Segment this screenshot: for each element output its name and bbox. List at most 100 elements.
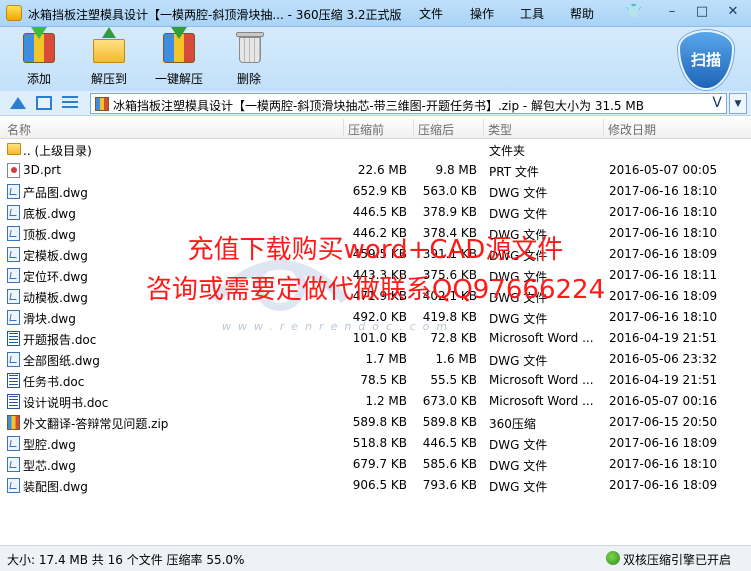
- dwg-file-icon: [7, 457, 20, 472]
- file-row[interactable]: 设计说明书.doc 1.2 MB 673.0 KB Microsoft Word ..…: [0, 391, 751, 412]
- file-modified-date: 2017-06-16 18:10: [609, 457, 718, 471]
- doc-file-icon: [7, 331, 20, 346]
- file-modified-date: 2016-04-19 21:51: [609, 331, 718, 345]
- file-row[interactable]: 外文翻译-答辩常见问题.zip 589.8 KB 589.8 KB 360压缩 2017…: [0, 412, 751, 433]
- file-name: .. (上级目录): [23, 144, 92, 158]
- file-type: 文件夹: [489, 144, 526, 158]
- menu-tools[interactable]: 工具: [520, 5, 544, 22]
- file-list: .. (上级目录) 文件夹 3D.prt 22.6 MB 9.8 MB PRT 文件 201…: [0, 139, 751, 496]
- file-row[interactable]: 底板.dwg 446.5 KB 378.9 KB DWG 文件 2017-06-16 1…: [0, 202, 751, 223]
- delete-trash-icon: [231, 29, 267, 65]
- delete-button[interactable]: 删除: [214, 29, 284, 89]
- path-field[interactable]: 冰箱挡板注塑模具设计【一模两腔-斜顶滑块抽芯-带三维图-开题任务书】.zip -…: [90, 93, 727, 114]
- file-size-after: 589.8 KB: [422, 415, 477, 429]
- add-button[interactable]: 添加: [4, 27, 74, 89]
- extract-to-button[interactable]: 解压到: [74, 27, 144, 89]
- col-header-size-before[interactable]: 压缩前: [348, 121, 384, 138]
- file-name: 型芯.dwg: [23, 459, 76, 473]
- file-size-before: 679.7 KB: [352, 457, 407, 471]
- up-arrow-icon[interactable]: [10, 97, 26, 109]
- file-row[interactable]: 全部图纸.dwg 1.7 MB 1.6 MB DWG 文件 2016-05-06 23:…: [0, 349, 751, 370]
- file-row[interactable]: 3D.prt 22.6 MB 9.8 MB PRT 文件 2016-05-07 00:0…: [0, 160, 751, 181]
- file-type: DWG 文件: [489, 354, 548, 368]
- list-view-icon[interactable]: [62, 96, 78, 110]
- window-title: 冰箱挡板注塑模具设计【一模两腔-斜顶滑块抽... - 360压缩 3.2正式版: [28, 8, 402, 22]
- file-type: DWG 文件: [489, 312, 548, 326]
- col-header-size-after[interactable]: 压缩后: [418, 121, 454, 138]
- status-bar: 大小: 17.4 MB 共 16 个文件 压缩率 55.0% 双核压缩引擎已开启: [0, 545, 751, 571]
- one-click-extract-icon: [161, 27, 197, 65]
- status-summary: 大小: 17.4 MB 共 16 个文件 压缩率 55.0%: [7, 553, 245, 567]
- add-to-archive-icon: [21, 27, 57, 65]
- toolbar: 添加 解压到 一键解压 删除: [0, 27, 751, 91]
- file-type: DWG 文件: [489, 480, 548, 494]
- file-modified-date: 2016-05-07 00:05: [609, 163, 718, 177]
- dual-core-engine-icon: [606, 551, 620, 565]
- file-size-after: 378.9 KB: [422, 205, 477, 219]
- path-dropdown-icon[interactable]: ▼: [729, 93, 747, 114]
- close-icon[interactable]: ✕: [724, 4, 742, 20]
- menu-file[interactable]: 文件: [419, 5, 443, 22]
- one-click-extract-button[interactable]: 一键解压: [144, 27, 214, 89]
- file-modified-date: 2017-06-16 18:10: [609, 205, 718, 219]
- dwg-file-icon: [7, 184, 20, 199]
- file-row[interactable]: 型腔.dwg 518.8 KB 446.5 KB DWG 文件 2017-06-16 1…: [0, 433, 751, 454]
- file-modified-date: 2017-06-16 18:10: [609, 184, 718, 198]
- file-modified-date: 2016-04-19 21:51: [609, 373, 718, 387]
- file-size-before: 22.6 MB: [357, 163, 407, 177]
- file-modified-date: 2017-06-15 20:50: [609, 415, 718, 429]
- file-row[interactable]: 装配图.dwg 906.5 KB 793.6 KB DWG 文件 2017-06-16 …: [0, 475, 751, 496]
- file-size-after: 55.5 KB: [430, 373, 477, 387]
- path-text: 冰箱挡板注塑模具设计【一模两腔-斜顶滑块抽芯-带三维图-开题任务书】.zip -…: [113, 99, 644, 113]
- address-bar: 冰箱挡板注塑模具设计【一模两腔-斜顶滑块抽芯-带三维图-开题任务书】.zip -…: [0, 91, 751, 116]
- file-row[interactable]: 型芯.dwg 679.7 KB 585.6 KB DWG 文件 2017-06-16 1…: [0, 454, 751, 475]
- file-row[interactable]: 任务书.doc 78.5 KB 55.5 KB Microsoft Word ... 2…: [0, 370, 751, 391]
- file-type: DWG 文件: [489, 207, 548, 221]
- thumbnail-view-icon[interactable]: [36, 96, 52, 110]
- app-logo-icon: [6, 5, 22, 21]
- file-row[interactable]: 产品图.dwg 652.9 KB 563.0 KB DWG 文件 2017-06-16 …: [0, 181, 751, 202]
- zip-file-icon: [7, 415, 20, 430]
- file-size-after: 446.5 KB: [422, 436, 477, 450]
- dwg-file-icon: [7, 478, 20, 493]
- file-modified-date: 2016-05-07 00:16: [609, 394, 718, 408]
- add-button-label: 添加: [26, 72, 51, 86]
- file-size-before: 78.5 KB: [360, 373, 407, 387]
- file-name: 外文翻译-答辩常见问题.zip: [23, 417, 169, 431]
- menu-operation[interactable]: 操作: [470, 5, 494, 22]
- extract-to-icon: [91, 27, 127, 65]
- dwg-file-icon: [7, 310, 20, 325]
- dwg-file-icon: [7, 352, 20, 367]
- dwg-file-icon: [7, 205, 20, 220]
- file-row[interactable]: .. (上级目录) 文件夹: [0, 139, 751, 160]
- file-size-after: 793.6 KB: [422, 478, 477, 492]
- file-size-before: 1.2 MB: [365, 394, 407, 408]
- menu-help[interactable]: 帮助: [570, 5, 594, 22]
- doc-file-icon: [7, 394, 20, 409]
- maximize-icon[interactable]: □: [693, 4, 711, 20]
- file-name: 滑块.dwg: [23, 312, 76, 326]
- file-size-before: 518.8 KB: [352, 436, 407, 450]
- watermark-text: www.renrendoc.com: [222, 320, 455, 333]
- file-name: 底板.dwg: [23, 207, 76, 221]
- col-header-type[interactable]: 类型: [488, 121, 512, 138]
- file-type: 360压缩: [489, 417, 536, 431]
- file-type: DWG 文件: [489, 438, 548, 452]
- file-size-after: 9.8 MB: [435, 163, 477, 177]
- file-type: Microsoft Word ...: [489, 331, 594, 345]
- promo-overlay: 充值下载购买word+CAD源文件 咨询或需要定做代做联系QQ97666224: [0, 230, 751, 310]
- file-name: 产品图.dwg: [23, 186, 88, 200]
- minimize-icon[interactable]: –: [663, 4, 681, 20]
- skin-shirt-icon[interactable]: 👕: [625, 4, 643, 20]
- file-modified-date: 2016-05-06 23:32: [609, 352, 718, 366]
- dwg-file-icon: [7, 436, 20, 451]
- title-bar: 冰箱挡板注塑模具设计【一模两腔-斜顶滑块抽... - 360压缩 3.2正式版 …: [0, 0, 751, 27]
- file-type: DWG 文件: [489, 459, 548, 473]
- file-name: 设计说明书.doc: [23, 396, 109, 410]
- zip-archive-icon: [95, 97, 109, 111]
- col-header-modified[interactable]: 修改日期: [608, 121, 656, 138]
- file-type: PRT 文件: [489, 165, 539, 179]
- col-header-name[interactable]: 名称: [7, 121, 31, 138]
- file-modified-date: 2017-06-16 18:09: [609, 436, 718, 450]
- file-name: 任务书.doc: [23, 375, 85, 389]
